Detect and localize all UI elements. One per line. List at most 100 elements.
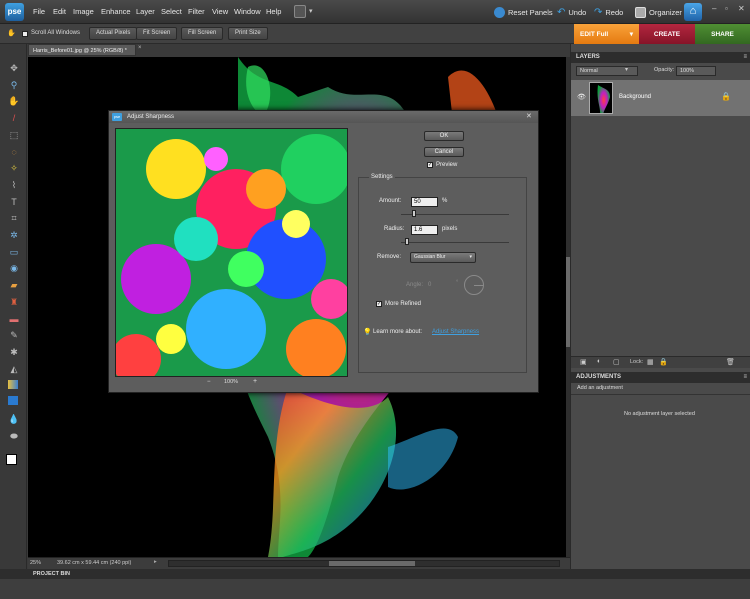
document-size: 39.62 cm x 59.44 cm (240 ppi) (57, 560, 132, 566)
arrange-dropdown-icon[interactable]: ▾ (309, 7, 313, 15)
menu-file[interactable]: File (33, 7, 45, 16)
tab-share[interactable]: SHARE (695, 24, 750, 44)
radius-slider-track[interactable] (401, 242, 509, 243)
menu-select[interactable]: Select (161, 7, 182, 16)
blend-mode-select[interactable]: Normal (576, 66, 638, 76)
layers-panel-title: LAYERS (576, 54, 600, 60)
actual-pixels-button[interactable]: Actual Pixels (89, 27, 138, 40)
magic-wand-tool-icon[interactable]: ✧ (8, 162, 20, 174)
adjustments-panel-title: ADJUSTMENTS (576, 374, 622, 380)
shape-tool-icon[interactable] (8, 396, 18, 405)
crop-tool-icon[interactable]: ⌗ (8, 212, 20, 224)
smart-brush-tool-icon[interactable]: ✱ (8, 346, 20, 358)
marquee-tool-icon[interactable]: ⬚ (8, 129, 20, 141)
amount-slider-track[interactable] (401, 214, 509, 215)
preview-image[interactable] (115, 128, 348, 377)
menu-window[interactable]: Window (234, 7, 261, 16)
amount-slider-thumb[interactable] (412, 210, 416, 217)
lasso-tool-icon[interactable]: ◌ (8, 146, 20, 158)
fill-screen-button[interactable]: Fill Screen (181, 27, 224, 40)
redo-button[interactable]: ↷ Redo (594, 5, 623, 19)
gradient-tool-icon[interactable] (8, 380, 18, 389)
angle-dial[interactable] (464, 275, 484, 295)
healing-brush-tool-icon[interactable]: ▰ (8, 279, 20, 291)
paint-bucket-tool-icon[interactable]: ◭ (8, 363, 20, 375)
vertical-scrollbar-thumb[interactable] (566, 257, 570, 347)
opacity-field[interactable]: 100% (676, 66, 716, 76)
opacity-label: Opacity: (654, 67, 675, 73)
red-eye-tool-icon[interactable]: ◉ (8, 262, 20, 274)
menu-layer[interactable]: Layer (136, 7, 155, 16)
undo-button[interactable]: ↶ Undo (557, 5, 586, 19)
menu-enhance[interactable]: Enhance (101, 7, 131, 16)
chevron-down-icon: ▾ (625, 67, 629, 73)
zoom-tool-icon[interactable]: ⚲ (8, 79, 20, 91)
document-close-icon[interactable]: × (138, 45, 142, 51)
new-layer-icon[interactable]: ▣ (580, 358, 587, 366)
cancel-button[interactable]: Cancel (424, 147, 464, 157)
reset-panels-button[interactable]: Reset Panels (494, 5, 553, 19)
tab-create[interactable]: CREATE (639, 24, 695, 44)
scrollbar-thumb[interactable] (329, 561, 415, 566)
horizontal-scrollbar[interactable] (168, 560, 560, 567)
layer-mask-icon[interactable]: ▢ (613, 358, 620, 366)
eraser-tool-icon[interactable]: ▬ (8, 313, 20, 325)
arrange-icon[interactable] (294, 5, 306, 18)
adjustment-layer-icon[interactable]: ◐ (597, 358, 601, 365)
visibility-eye-icon[interactable]: 👁 (577, 93, 586, 101)
cookie-cutter-tool-icon[interactable]: ✲ (8, 229, 20, 241)
brush-tool-icon[interactable]: ✎ (8, 329, 20, 341)
radius-unit: pixels (442, 226, 458, 232)
dialog-close-icon[interactable]: ✕ (526, 111, 532, 123)
home-icon[interactable]: ⌂ (684, 3, 702, 21)
more-refined-checkbox[interactable]: ✓ (376, 301, 382, 307)
document-tab[interactable]: Harris_Before01.jpg @ 25% (RGB/8) * (28, 44, 136, 56)
chevron-down-icon: ▾ (629, 31, 633, 38)
vertical-scrollbar[interactable] (566, 57, 570, 557)
radius-input[interactable]: 1.6 (411, 225, 438, 235)
zoom-out-button[interactable]: − (207, 379, 211, 385)
toolbox: ✥ ⚲ ✋ / ⬚ ◌ ✧ ⌇ T ⌗ ✲ ▭ ◉ ▰ ♜ ▬ ✎ ✱ ◭ 💧 … (0, 44, 27, 571)
preview-checkbox[interactable]: ✓ (427, 162, 433, 168)
learn-more-link[interactable]: Adjust Sharpness (432, 329, 479, 335)
trash-icon[interactable]: 🗑 (726, 358, 735, 366)
amount-input[interactable]: 50 (411, 197, 438, 207)
more-refined-label: More Refined (385, 301, 422, 307)
project-bin-header[interactable]: PROJECT BIN (0, 569, 750, 579)
menu-image[interactable]: Image (73, 7, 94, 16)
lock-transparent-icon[interactable]: ▦ (647, 358, 654, 366)
panel-menu-icon[interactable]: ≡ (743, 372, 747, 383)
status-menu-icon[interactable]: ▸ (154, 559, 157, 565)
tab-edit[interactable]: EDIT Full ▾ (574, 24, 639, 44)
lock-all-icon[interactable]: 🔒 (659, 358, 668, 366)
menu-help[interactable]: Help (266, 7, 281, 16)
organizer-button[interactable]: Organizer (635, 5, 682, 19)
radius-slider-thumb[interactable] (405, 238, 409, 245)
layer-row-background[interactable]: 👁 Background 🔒 (571, 80, 750, 116)
hand-tool-icon[interactable]: ✋ (8, 95, 20, 107)
panel-menu-icon[interactable]: ≡ (743, 52, 747, 63)
maximize-icon[interactable]: ▫ (725, 4, 728, 13)
app-logo: pse (5, 3, 24, 21)
menu-filter[interactable]: Filter (188, 7, 205, 16)
foreground-color-swatch[interactable] (6, 454, 17, 465)
type-tool-icon[interactable]: T (8, 196, 20, 208)
eyedropper-tool-icon[interactable]: / (8, 112, 20, 124)
sponge-tool-icon[interactable]: ⬬ (8, 430, 20, 442)
menu-edit[interactable]: Edit (53, 7, 66, 16)
ok-button[interactable]: OK (424, 131, 464, 141)
close-icon[interactable]: ✕ (738, 4, 745, 13)
zoom-in-button[interactable]: + (253, 378, 257, 385)
selection-brush-tool-icon[interactable]: ⌇ (8, 179, 20, 191)
remove-select[interactable]: Gaussian Blur ▾ (410, 252, 476, 263)
minimize-icon[interactable]: – (712, 4, 716, 13)
clone-stamp-tool-icon[interactable]: ♜ (8, 296, 20, 308)
straighten-tool-icon[interactable]: ▭ (8, 246, 20, 258)
menu-view[interactable]: View (212, 7, 228, 16)
blur-tool-icon[interactable]: 💧 (8, 413, 20, 425)
photoshop-elements-window: pse File Edit Image Enhance Layer Select… (0, 0, 750, 599)
fit-screen-button[interactable]: Fit Screen (136, 27, 178, 40)
scroll-all-checkbox[interactable] (22, 31, 28, 37)
move-tool-icon[interactable]: ✥ (8, 62, 20, 74)
print-size-button[interactable]: Print Size (228, 27, 268, 40)
